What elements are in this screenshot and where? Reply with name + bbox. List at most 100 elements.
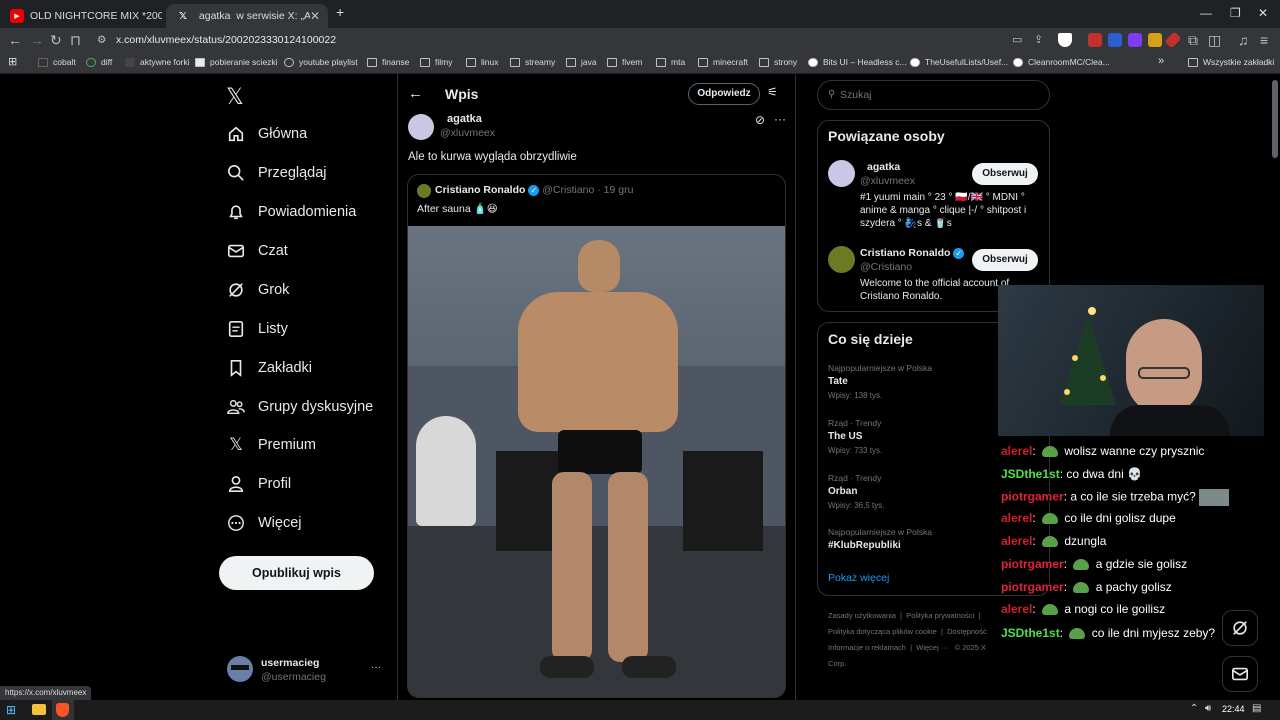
bookmark-item[interactable]: youtube playlist <box>284 57 358 67</box>
related-name[interactable]: agatka <box>867 161 900 173</box>
post-author-name[interactable]: agatka <box>447 113 482 125</box>
related-handle[interactable]: @xluvmeex <box>860 175 915 187</box>
nav-more[interactable]: Więcej <box>226 513 302 533</box>
back-arrow-icon[interactable]: ← <box>408 85 423 102</box>
clock[interactable]: 22:44 <box>1222 704 1245 714</box>
trend-item[interactable]: Rząd · Trendy Orban Wpisy: 36,5 tys. <box>828 473 884 510</box>
more-options-icon[interactable]: ··· <box>774 112 786 126</box>
show-more-link[interactable]: Pokaż więcej <box>828 572 889 584</box>
extension-icon[interactable] <box>1164 31 1182 49</box>
windows-start-icon[interactable]: ⊞ <box>6 703 16 717</box>
reply-button[interactable]: Odpowiedz <box>688 83 760 105</box>
bookmark-item[interactable]: CleanroomMC/Clea... <box>1013 57 1110 67</box>
notification-icon[interactable]: ▤ <box>1252 703 1261 714</box>
related-name-row[interactable]: Cristiano Ronaldo ✓ <box>860 247 965 259</box>
trend-item[interactable]: Najpopularniejsze w Polska Tate Wpisy: 1… <box>828 363 932 400</box>
account-more-icon[interactable]: ··· <box>371 662 381 673</box>
bookmark-item[interactable]: TheUsefulLists/Usef... <box>910 57 1008 67</box>
bookmark-item[interactable]: cobalt <box>38 57 76 67</box>
site-info-icon[interactable]: ⚙ <box>97 29 106 51</box>
nav-lists[interactable]: Listy <box>226 319 288 339</box>
extensions-puzzle-icon[interactable]: ⧉ <box>1188 32 1198 48</box>
x-logo-icon[interactable]: 𝕏 <box>226 84 244 110</box>
avatar[interactable] <box>408 114 434 140</box>
bookmark-folder[interactable]: linux <box>466 57 498 67</box>
bookmark-folder[interactable]: finanse <box>367 57 409 67</box>
file-explorer-icon[interactable] <box>32 704 46 715</box>
bookmark-item[interactable]: Bits UI – Headless c... <box>808 57 907 67</box>
footer-link[interactable]: Polityka prywatności <box>906 611 974 620</box>
bookmark-item[interactable]: aktywne forki <box>125 57 190 67</box>
all-bookmarks[interactable]: Wszystkie zakładki <box>1188 57 1274 67</box>
bookmark-folder[interactable]: strony <box>759 57 797 67</box>
quoted-post[interactable]: Cristiano Ronaldo ✓ @Cristiano · 19 gru … <box>407 174 786 698</box>
post-image[interactable] <box>408 226 785 697</box>
back-icon[interactable]: ← <box>8 32 22 48</box>
bookmark-folder[interactable]: streamy <box>510 57 555 67</box>
nav-notifications[interactable]: Powiadomienia <box>226 202 356 222</box>
media-icon[interactable]: ♫ <box>1238 32 1249 48</box>
bookmark-folder[interactable]: filmy <box>420 57 452 67</box>
apps-grid-icon[interactable]: ⊞ <box>8 55 17 68</box>
bookmark-item[interactable]: pobieranie sciezki <box>195 57 278 67</box>
bookmark-folder[interactable]: java <box>566 57 597 67</box>
tab-x-post[interactable]: 𝕏 ⁠ agatka ⁠ w serwisie X: „Ale to k ✕ <box>166 4 328 28</box>
nav-profile[interactable]: Profil <box>226 474 291 494</box>
post-author-handle[interactable]: @xluvmeex <box>440 127 495 139</box>
close-window-icon[interactable]: ✕ <box>1258 6 1268 20</box>
nav-premium[interactable]: 𝕏 Premium <box>226 435 316 455</box>
trend-item[interactable]: Najpopularniejsze w Polska #KlubRepublik… <box>828 527 932 551</box>
sidebar-icon[interactable]: ◫ <box>1208 32 1221 48</box>
footer-link[interactable]: Polityka dotycząca plików cookie <box>828 627 937 636</box>
messages-floating-button[interactable] <box>1222 656 1258 692</box>
avatar[interactable] <box>828 246 855 273</box>
follow-button[interactable]: Obserwuj <box>972 163 1038 185</box>
address-bar[interactable]: ⚙ x.com/xluvmeex/status/2002023330124100… <box>88 29 928 51</box>
grok-floating-button[interactable] <box>1222 610 1258 646</box>
new-tab-button[interactable]: + <box>336 4 344 20</box>
search-input[interactable]: ⚲ Szukaj <box>817 80 1050 110</box>
cast-icon[interactable]: ▭ <box>1012 32 1022 48</box>
tab-youtube[interactable]: ▶ OLD NIGHTCORE MIX *2000/201 <box>0 4 162 28</box>
extension-icon[interactable] <box>1088 33 1102 47</box>
avatar[interactable] <box>227 656 253 682</box>
page-scrollbar[interactable] <box>1272 80 1278 158</box>
more-bookmarks-icon[interactable]: » <box>1158 55 1164 67</box>
menu-icon[interactable]: ≡ <box>1260 32 1268 48</box>
nav-bookmarks[interactable]: Zakładki <box>226 358 312 378</box>
restore-icon[interactable]: ❐ <box>1230 6 1241 20</box>
extension-icon[interactable] <box>1148 33 1162 47</box>
trend-item[interactable]: Rząd · Trendy The US Wpisy: 733 tys. <box>828 418 882 455</box>
bookmark-folder[interactable]: minecraft <box>698 57 748 67</box>
extension-icon[interactable] <box>1128 33 1142 47</box>
footer-link[interactable]: Więcej ··· <box>916 643 948 652</box>
nav-grok[interactable]: Grok <box>226 280 289 300</box>
nav-explore[interactable]: Przeglądaj <box>226 163 327 183</box>
bookmark-page-icon[interactable]: ⊓ <box>70 32 81 48</box>
publish-button[interactable]: Opublikuj wpis <box>219 556 374 590</box>
filter-sliders-icon[interactable]: ⚟ <box>767 85 778 99</box>
follow-button[interactable]: Obserwuj <box>972 249 1038 271</box>
footer-link[interactable]: Zasady użytkowania <box>828 611 896 620</box>
minimize-icon[interactable]: — <box>1200 6 1212 20</box>
share-icon[interactable]: ⇪ <box>1034 32 1043 48</box>
nav-chat[interactable]: Czat <box>226 241 288 261</box>
bookmark-folder[interactable]: fivem <box>607 57 642 67</box>
extension-icon[interactable] <box>1108 33 1122 47</box>
bookmark-folder[interactable]: mta <box>656 57 685 67</box>
forward-icon[interactable]: → <box>30 32 44 48</box>
grok-icon[interactable]: ⊘ <box>755 113 765 127</box>
close-tab-icon[interactable]: ✕ <box>310 9 320 23</box>
bookmark-item[interactable]: diff <box>86 57 112 67</box>
reload-icon[interactable]: ↻ <box>50 32 62 48</box>
avatar[interactable] <box>828 160 855 187</box>
shield-icon[interactable] <box>1058 33 1072 47</box>
tray-chevron-icon[interactable]: ⌃ <box>1190 703 1198 714</box>
nav-communities[interactable]: Grupy dyskusyjne <box>226 397 373 417</box>
footer-link[interactable]: Informacje o reklamach <box>828 643 906 652</box>
footer-link[interactable]: Dostępność <box>947 627 987 636</box>
related-handle[interactable]: @Cristiano <box>860 261 912 273</box>
nav-home[interactable]: Główna <box>226 124 307 144</box>
volume-icon[interactable]: 🔊︎ <box>1205 703 1211 714</box>
brave-browser-icon[interactable] <box>56 703 69 717</box>
